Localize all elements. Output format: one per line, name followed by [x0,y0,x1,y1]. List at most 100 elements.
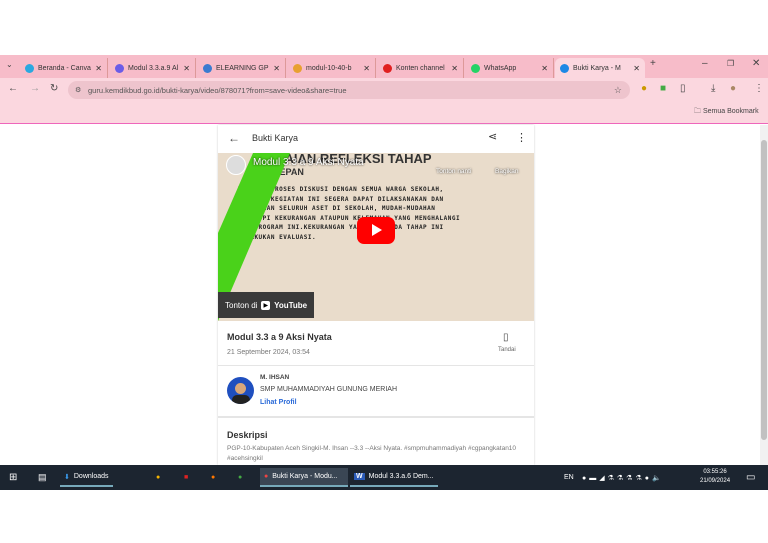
tab-label: Konten channel [396,64,445,72]
word-window-label: Modul 3.3.a.6 Dem... [368,473,434,480]
all-bookmarks-button[interactable]: 🗀 Semua Bookmark [694,107,759,118]
watch-on-youtube-button[interactable]: Tonton di ▶ YouTube [218,292,314,318]
channel-avatar[interactable] [226,155,246,175]
share-icon[interactable]: ⋖ [488,130,497,143]
extension-icon[interactable]: ■ [660,83,666,94]
author-avatar[interactable] [227,377,254,404]
tab-label: Modul 3.3.a.9 Al [128,64,179,72]
close-tab-icon[interactable]: ✕ [183,64,190,73]
bookmarks-bar: 🗀 Semua Bookmark [0,102,768,124]
browser-tab[interactable]: modul-10-40-b ✕ [288,58,376,78]
url-text: guru.kemdikbud.go.id/bukti-karya/video/8… [88,85,347,95]
file-app-icon[interactable]: ▤ [34,468,51,487]
clock-time: 03:55:26 [703,469,727,475]
play-button[interactable] [357,217,395,244]
youtube-video-embed[interactable]: CAPAIAN REFLEKSI TAHAP KE DEPAN MELALUI … [218,153,534,321]
taskbar-chrome-window[interactable]: ● Bukti Karya - Modu... [260,468,348,487]
tab-favicon-icon [293,63,302,73]
tab-favicon-icon [203,63,212,73]
browser-tab[interactable]: Modul 3.3.a.9 Al ✕ [110,58,196,78]
scrollbar-thumb[interactable] [761,140,767,440]
download-folder-icon: ⬇ [64,473,70,481]
tab-favicon-icon [383,63,392,73]
tab-search-icon[interactable]: ⌄ [6,60,13,69]
close-tab-icon[interactable]: ✕ [273,64,280,73]
divider [218,416,534,418]
browser-tab[interactable]: Beranda - Canva ✕ [20,58,108,78]
browser-tab[interactable]: Konten channel ✕ [378,58,464,78]
tab-favicon-icon [25,63,34,73]
chrome-icon[interactable]: ● [234,468,246,487]
reload-icon[interactable]: ↻ [50,83,58,94]
tab-favicon-icon [560,63,569,73]
tab-label: ELEARNING GP [216,64,269,72]
author-school: SMP MUHAMMADIYAH GUNUNG MERIAH [260,386,398,393]
tab-label: modul-10-40-b [306,64,352,72]
browser-toolbar: ← → ↻ ⚙ guru.kemdikbud.go.id/bukti-karya… [0,78,768,102]
app-icon[interactable]: ● [152,468,164,487]
address-bar[interactable]: ⚙ guru.kemdikbud.go.id/bukti-karya/video… [68,81,630,99]
post-date: 21 September 2024, 03:54 [227,349,310,356]
extension-icon[interactable]: ● [641,83,647,94]
description-text: PGP-10-Kabupaten Aceh Singkil-M. Ihsan -… [227,445,517,462]
close-tab-icon[interactable]: ✕ [95,64,102,73]
close-tab-icon[interactable]: ✕ [451,64,458,73]
youtube-logo-icon: ▶ [261,300,271,310]
browser-tab[interactable]: WhatsApp ✕ [466,58,554,78]
chrome-window-label: Bukti Karya - Modu... [272,473,338,480]
taskbar-word-window[interactable]: W Modul 3.3.a.6 Dem... [350,468,438,487]
tab-label: Beranda - Canva [38,64,91,72]
video-share-button[interactable]: Bagikan [495,168,519,175]
profile-avatar[interactable]: ● [730,83,736,94]
language-indicator[interactable]: EN [560,468,578,487]
restore-button[interactable]: ❐ [727,59,734,68]
star-icon[interactable]: ☆ [614,85,622,96]
extensions-puzzle-icon[interactable]: ▯ [680,83,686,94]
browser-tab[interactable]: ELEARNING GP ✕ [198,58,286,78]
page-title: Bukti Karya [252,133,299,143]
bookmark-icon[interactable]: ▯ [503,332,509,343]
chrome-icon: ● [264,473,269,480]
back-icon[interactable]: ← [8,83,18,94]
start-button[interactable]: ⊞ [5,468,21,487]
close-tab-icon[interactable]: ✕ [633,64,640,73]
video-title[interactable]: Modul 3.3 a 9 Aksi Nyata [253,157,364,168]
bookmarks-label: Semua Bookmark [702,108,759,115]
tab-favicon-icon [471,63,480,73]
minimize-button[interactable]: – [702,58,708,69]
post-title: Modul 3.3 a 9 Aksi Nyata [227,332,332,342]
description-heading: Deskripsi [227,430,268,440]
windows-taskbar: ⊞ ▤ ⬇ Downloads ● ■ ● ● ● Bukti Karya - Mo… [0,465,768,490]
downloads-label: Downloads [73,473,109,480]
tab-label: Bukti Karya - M [573,64,621,72]
divider [218,365,534,366]
forward-icon[interactable]: → [30,83,40,94]
close-tab-icon[interactable]: ✕ [363,64,370,73]
clock-date: 21/09/2024 [700,478,731,484]
download-icon[interactable]: ⤓ [711,83,715,94]
new-tab-button[interactable]: + [650,58,656,69]
back-arrow-icon[interactable]: ← [228,131,240,145]
taskbar-downloads[interactable]: ⬇ Downloads [60,468,113,487]
firefox-icon[interactable]: ● [207,468,219,487]
word-icon: W [354,473,365,480]
system-tray-icons[interactable]: ●▬◢⚗⚗⚗⚗●🔈 [578,468,668,487]
clock[interactable]: 03:55:26 21/09/2024 [700,468,730,486]
youtube-label: YouTube [274,300,308,310]
tab-favicon-icon [115,63,124,73]
site-info-icon[interactable]: ⚙ [75,86,81,94]
watch-later-button[interactable]: Tonton nanti [436,168,471,175]
play-icon [372,224,382,236]
watch-on-label: Tonton di [225,300,258,310]
bookmark-button[interactable]: Tandai [498,347,516,353]
browser-tab[interactable]: Bukti Karya - M ✕ [555,58,645,78]
menu-icon[interactable]: ⋮ [754,83,764,94]
author-name: M. IHSAN [260,374,290,381]
more-options-icon[interactable]: ⋮ [516,131,527,144]
notification-icon[interactable]: ▭ [742,468,759,487]
pdf-app-icon[interactable]: ■ [180,468,192,487]
view-profile-link[interactable]: Lihat Profil [260,399,297,406]
close-tab-icon[interactable]: ✕ [541,64,548,73]
tab-label: WhatsApp [484,64,517,72]
close-window-button[interactable]: ✕ [752,58,760,69]
